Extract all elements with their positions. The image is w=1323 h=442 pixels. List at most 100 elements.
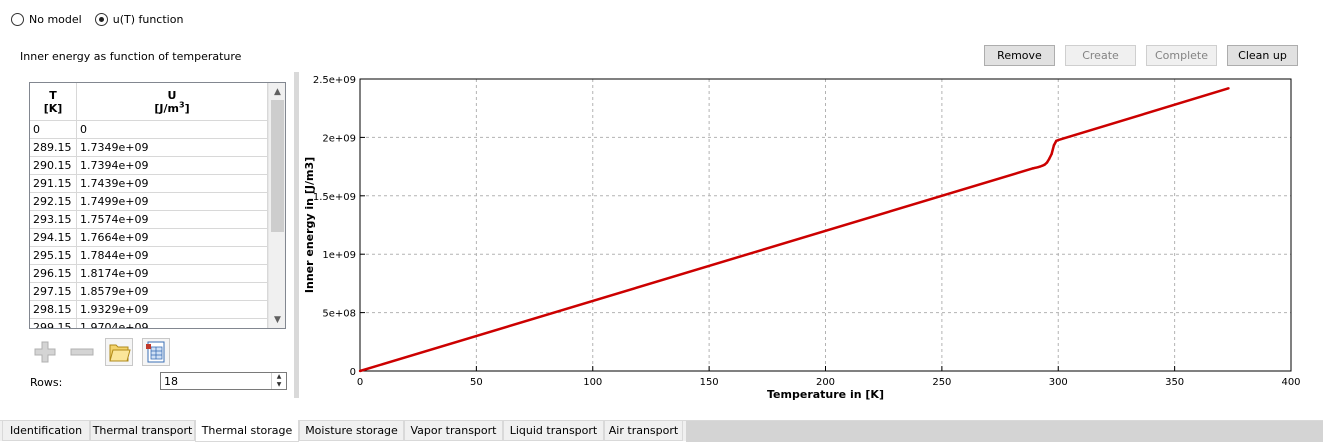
radio-ut-function[interactable]: u(T) function bbox=[94, 12, 184, 26]
cell-temperature[interactable]: 296.15 bbox=[30, 265, 77, 282]
table-row[interactable]: 290.15 1.7394e+09 bbox=[30, 157, 268, 175]
cell-energy[interactable]: 1.7574e+09 bbox=[77, 211, 268, 228]
scroll-thumb[interactable] bbox=[271, 100, 284, 232]
cell-temperature[interactable]: 0 bbox=[30, 121, 77, 138]
x-tick-label: 400 bbox=[1281, 377, 1300, 388]
data-point bbox=[1048, 157, 1051, 160]
energy-chart: 0 50 100 150 200 250 300 350 400 0 5e+08 1e+09 1.5e+… bbox=[303, 75, 1301, 401]
tab-air-transport[interactable]: Air transport bbox=[604, 421, 683, 441]
remove-button[interactable]: Remove bbox=[984, 45, 1055, 66]
column-u-unit-pre: [J/m bbox=[154, 101, 179, 115]
table-row[interactable]: 299.15 1.9704e+09 bbox=[30, 319, 268, 328]
cell-energy[interactable]: 1.9704e+09 bbox=[77, 319, 268, 328]
data-point bbox=[1038, 165, 1042, 168]
cell-temperature[interactable]: 298.15 bbox=[30, 301, 77, 318]
x-tick-label: 250 bbox=[932, 377, 951, 388]
cell-energy[interactable]: 1.7499e+09 bbox=[77, 193, 268, 210]
y-tick-label: 0 bbox=[350, 367, 356, 378]
table-row[interactable]: 295.15 1.7844e+09 bbox=[30, 247, 268, 265]
cell-temperature[interactable]: 295.15 bbox=[30, 247, 77, 264]
cell-energy[interactable]: 1.7349e+09 bbox=[77, 139, 268, 156]
remove-row-button[interactable] bbox=[68, 338, 96, 366]
table-row[interactable]: 00 bbox=[30, 121, 268, 139]
x-tick-label: 200 bbox=[816, 377, 835, 388]
x-tick-label: 350 bbox=[1165, 377, 1184, 388]
section-label: Inner energy as function of temperature bbox=[20, 50, 242, 63]
tab-bar-fill bbox=[686, 421, 1323, 442]
x-axis-label: Temperature in [K] bbox=[767, 388, 884, 401]
rows-spinbox[interactable]: 18 ▲ ▼ bbox=[160, 372, 287, 390]
x-tick-label: 0 bbox=[357, 377, 363, 388]
x-tick-label: 50 bbox=[470, 377, 483, 388]
panel-splitter[interactable] bbox=[294, 72, 299, 398]
column-u-unit-post: ] bbox=[184, 101, 190, 115]
cell-temperature[interactable]: 291.15 bbox=[30, 175, 77, 192]
scroll-up-icon[interactable]: ▲ bbox=[269, 83, 285, 100]
spin-up-icon[interactable]: ▲ bbox=[272, 373, 286, 381]
table-row[interactable]: 289.15 1.7349e+09 bbox=[30, 139, 268, 157]
y-tick-label: 1e+09 bbox=[322, 250, 356, 261]
data-point bbox=[358, 369, 362, 373]
tab-thermal-transport[interactable]: Thermal transport bbox=[90, 421, 195, 441]
radio-no-model-circle[interactable] bbox=[11, 12, 24, 26]
spin-down-icon[interactable]: ▼ bbox=[272, 381, 286, 389]
open-file-button[interactable] bbox=[105, 338, 133, 366]
data-point bbox=[1034, 166, 1037, 170]
radio-no-model-label: No model bbox=[29, 12, 82, 26]
remove-icon bbox=[70, 348, 94, 356]
table-row[interactable]: 296.15 1.8174e+09 bbox=[30, 265, 268, 283]
table-scrollbar[interactable]: ▲ ▼ bbox=[268, 83, 285, 328]
create-button[interactable]: Create bbox=[1065, 45, 1136, 66]
x-tick-label: 300 bbox=[1049, 377, 1068, 388]
add-row-button[interactable] bbox=[31, 338, 59, 366]
radio-ut-function-circle[interactable] bbox=[94, 12, 108, 26]
cell-temperature[interactable]: 294.15 bbox=[30, 229, 77, 246]
data-point bbox=[1041, 164, 1044, 167]
cell-temperature[interactable]: 289.15 bbox=[30, 139, 77, 156]
column-u-name: U bbox=[167, 88, 177, 102]
scroll-down-icon[interactable]: ▼ bbox=[269, 311, 285, 328]
rows-value[interactable]: 18 bbox=[161, 375, 271, 388]
tab-moisture-storage[interactable]: Moisture storage bbox=[299, 421, 404, 441]
radio-ut-function-label: u(T) function bbox=[112, 12, 184, 26]
cell-temperature[interactable]: 290.15 bbox=[30, 157, 77, 174]
y-tick-label: 5e+08 bbox=[322, 309, 356, 320]
table-row[interactable]: 293.15 1.7574e+09 bbox=[30, 211, 268, 229]
table-row[interactable]: 291.15 1.7439e+09 bbox=[30, 175, 268, 193]
column-t-name: T bbox=[49, 88, 57, 102]
tab-liquid-transport[interactable]: Liquid transport bbox=[503, 421, 604, 441]
table-row[interactable]: 297.15 1.8579e+09 bbox=[30, 283, 268, 301]
cell-energy[interactable]: 1.7664e+09 bbox=[77, 229, 268, 246]
paste-table-button[interactable] bbox=[142, 338, 170, 366]
clean-up-button[interactable]: Clean up bbox=[1227, 45, 1298, 66]
data-point bbox=[1057, 138, 1060, 142]
table-row[interactable]: 298.15 1.9329e+09 bbox=[30, 301, 268, 319]
cell-temperature[interactable]: 299.15 bbox=[30, 319, 77, 328]
cell-energy[interactable]: 1.7439e+09 bbox=[77, 175, 268, 192]
column-header-t[interactable]: T [K] bbox=[30, 83, 77, 120]
cell-energy[interactable]: 1.8174e+09 bbox=[77, 265, 268, 282]
add-icon bbox=[34, 341, 56, 363]
rows-spin-buttons: ▲ ▼ bbox=[271, 373, 286, 389]
cell-energy[interactable]: 0 bbox=[77, 121, 268, 138]
cell-temperature[interactable]: 297.15 bbox=[30, 283, 77, 300]
complete-button[interactable]: Complete bbox=[1146, 45, 1217, 66]
paste-table-icon bbox=[142, 338, 170, 366]
cell-energy[interactable]: 1.7844e+09 bbox=[77, 247, 268, 264]
table-row[interactable]: 292.15 1.7499e+09 bbox=[30, 193, 268, 211]
tab-vapor-transport[interactable]: Vapor transport bbox=[404, 421, 503, 441]
tab-identification[interactable]: Identification bbox=[2, 421, 90, 441]
cell-energy[interactable]: 1.9329e+09 bbox=[77, 301, 268, 318]
energy-table[interactable]: T [K] U [J/m3] 0 0 289.15 1.7349e+09 290.15 1… bbox=[29, 82, 286, 329]
cell-energy[interactable]: 1.8579e+09 bbox=[77, 283, 268, 300]
rows-label: Rows: bbox=[30, 376, 63, 389]
tab-thermal-storage[interactable]: Thermal storage bbox=[195, 420, 299, 442]
table-row[interactable]: 294.15 1.7664e+09 bbox=[30, 229, 268, 247]
y-tick-label: 2e+09 bbox=[322, 133, 356, 144]
cell-energy[interactable]: 1.7394e+09 bbox=[77, 157, 268, 174]
column-header-u[interactable]: U [J/m3] bbox=[77, 83, 268, 120]
cell-temperature[interactable]: 292.15 bbox=[30, 193, 77, 210]
radio-no-model[interactable]: No model bbox=[11, 12, 82, 26]
cell-temperature[interactable]: 293.15 bbox=[30, 211, 77, 228]
data-point bbox=[1036, 166, 1039, 169]
